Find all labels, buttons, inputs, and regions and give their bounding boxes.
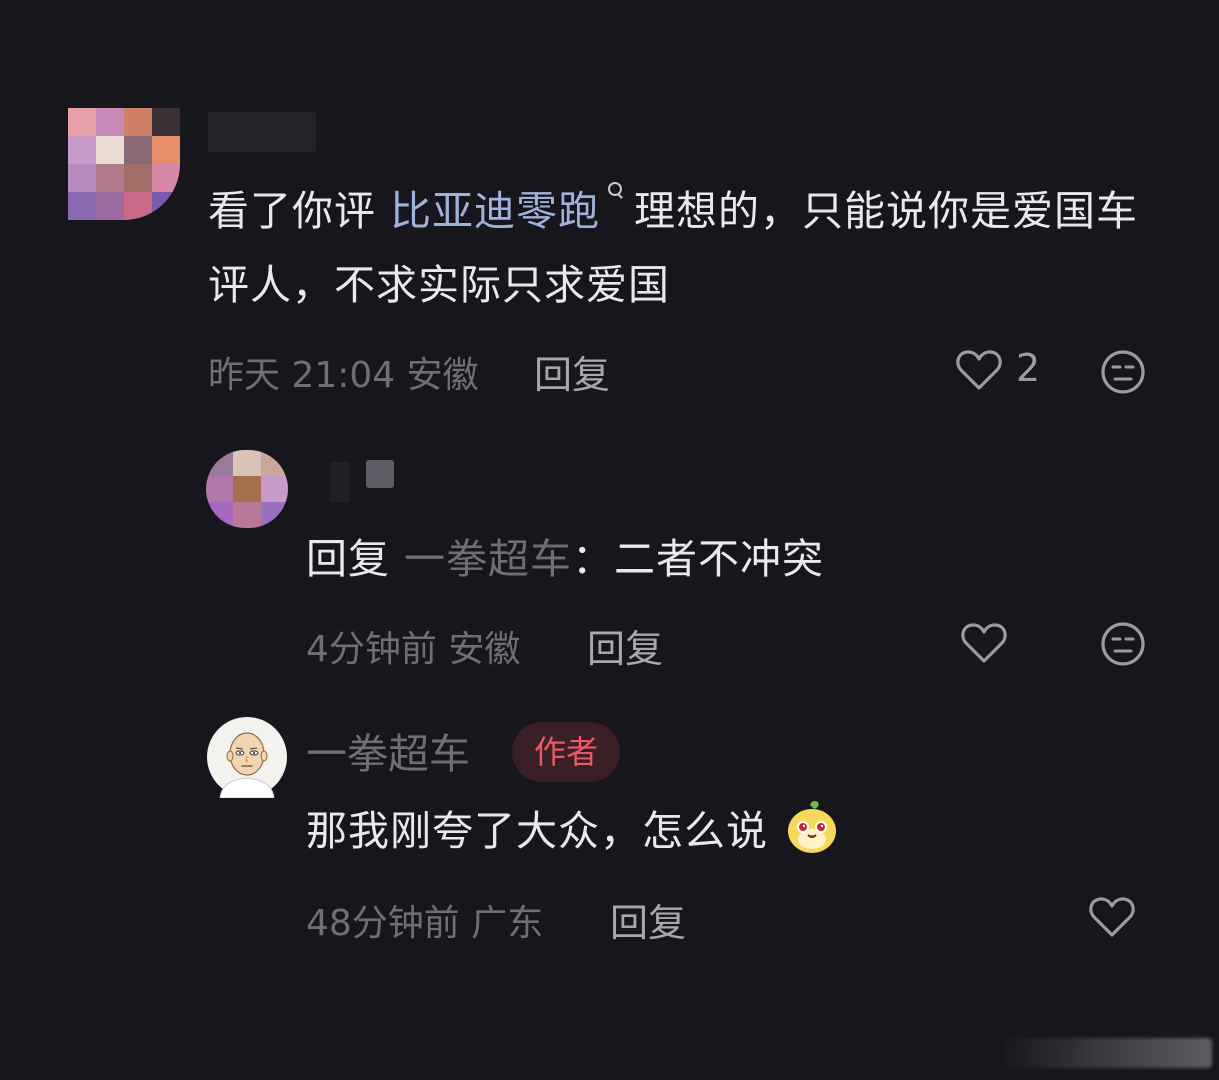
search-link[interactable]: 比亚迪零跑 bbox=[390, 187, 600, 235]
search-icon[interactable] bbox=[606, 180, 626, 210]
heart-outline-icon[interactable] bbox=[955, 348, 1003, 392]
reply-to-username[interactable]: 一拳超车 bbox=[404, 535, 572, 583]
username-redacted bbox=[330, 462, 350, 502]
heart-outline-icon[interactable] bbox=[960, 621, 1008, 665]
reply-body: 回复 一拳超车：二者不冲突 bbox=[306, 522, 824, 596]
comment-meta: 4分钟前 安徽 bbox=[306, 620, 520, 672]
comment-location: 广东 bbox=[471, 903, 544, 944]
reply-prefix: 回复 bbox=[306, 535, 390, 583]
user-avatar-blurred[interactable] bbox=[68, 108, 180, 220]
author-reply-text: 那我刚夸了大众，怎么说 bbox=[306, 807, 768, 855]
reply-button[interactable]: 回复 bbox=[610, 892, 686, 947]
comment-meta: 48分钟前 广东 bbox=[306, 894, 543, 946]
author-reply-body: 那我刚夸了大众，怎么说 bbox=[306, 794, 840, 868]
author-avatar[interactable] bbox=[206, 716, 288, 798]
comment-text-before: 看了你评 bbox=[208, 187, 391, 235]
comment-time: 48分钟前 bbox=[306, 903, 460, 944]
author-username[interactable]: 一拳超车 bbox=[306, 720, 470, 780]
meh-face-icon[interactable] bbox=[1100, 621, 1146, 667]
meh-face-icon[interactable] bbox=[1100, 349, 1146, 395]
like-count: 2 bbox=[1016, 346, 1041, 390]
comment-location: 安徽 bbox=[406, 355, 479, 396]
comment-location: 安徽 bbox=[448, 629, 521, 670]
username-redacted bbox=[208, 112, 316, 152]
user-avatar-blurred[interactable] bbox=[206, 450, 288, 528]
reply-button[interactable]: 回复 bbox=[534, 344, 610, 399]
heart-outline-icon[interactable] bbox=[1088, 895, 1136, 939]
watermark-blurred bbox=[1000, 1038, 1212, 1068]
username-redacted bbox=[366, 460, 394, 488]
reply-text: ：二者不冲突 bbox=[572, 535, 825, 583]
comment-body: 看了你评 比亚迪零跑 理想的，只能说你是爱国车评人，不求实际只求爱国 bbox=[208, 174, 1168, 322]
reply-button[interactable]: 回复 bbox=[587, 618, 663, 673]
comment-time: 4分钟前 bbox=[306, 629, 437, 670]
chick-sticker-emoji bbox=[788, 801, 837, 853]
author-badge: 作者 bbox=[512, 722, 620, 782]
comment-meta: 昨天 21:04 安徽 bbox=[208, 346, 479, 398]
comment-time: 昨天 21:04 bbox=[208, 355, 396, 396]
